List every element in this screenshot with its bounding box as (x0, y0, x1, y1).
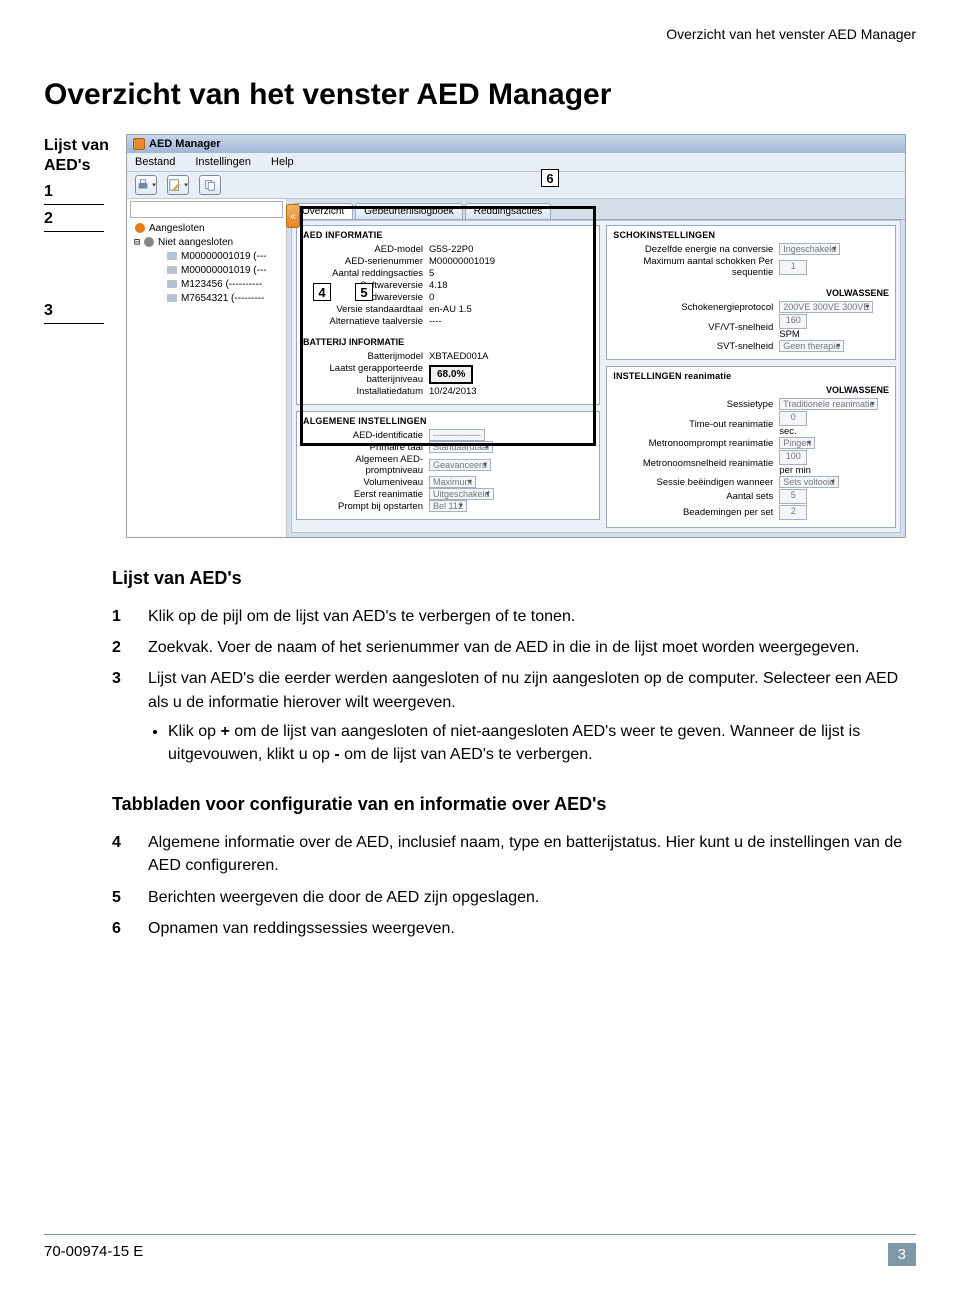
app-window: AED Manager Bestand Instellingen Help ▾ … (126, 134, 906, 538)
shock-adult-title: VOLWASSENE (613, 288, 889, 298)
startup-prompt-select[interactable]: Bel 112 (429, 500, 467, 512)
def-6-text: Opnamen van reddingssessies weergeven. (148, 913, 916, 944)
subhead-tabs: Tabbladen voor configuratie van en infor… (112, 794, 916, 815)
vfvt-rate-spin[interactable]: 160 (779, 314, 807, 329)
toolbar-edit-button[interactable]: ▾ (167, 175, 189, 195)
defs-list: 1 Klik op de pijl om de lijst van AED's … (112, 601, 916, 776)
metronome-prompt-select[interactable]: Pingen (779, 437, 815, 449)
def-4-text: Algemene informatie over de AED, inclusi… (148, 827, 916, 881)
subhead-list: Lijst van AED's (112, 568, 916, 589)
battery-level-box: 68.0% (429, 365, 473, 384)
annotation-5: 5 (355, 283, 373, 301)
cpr-adult-title: VOLWASSENE (613, 385, 889, 395)
panel-general-title: ALGEMENE INSTELLINGEN (303, 416, 593, 426)
panel-general: ALGEMENE INSTELLINGEN AED-identificatie-… (296, 411, 600, 520)
panel-aed-info-title: AED INFORMATIE (303, 230, 593, 240)
max-shocks-spin[interactable]: 1 (779, 260, 807, 275)
same-energy-select[interactable]: Ingeschakeld (779, 243, 840, 255)
tree-connected[interactable]: Aangesloten (130, 221, 283, 235)
annotation-6: 6 (541, 169, 559, 187)
figure-1-marker: 1 (44, 182, 104, 205)
tree-item-1[interactable]: M00000001019 (--- (130, 263, 283, 277)
figure-label-title: Lijst van AED's (44, 136, 126, 176)
sidebar-collapse-handle[interactable]: « (286, 204, 300, 228)
tab-reddingsacties[interactable]: Reddingsacties (465, 203, 551, 219)
svt-rate-select[interactable]: Geen therapie (779, 340, 844, 352)
tabbar: Overzicht Gebeurtenislogboek Reddingsact… (293, 203, 905, 220)
tab-body: AED INFORMATIE AED-modelG5S-22P0 AED-ser… (291, 220, 901, 533)
menu-help[interactable]: Help (271, 156, 294, 168)
tab-gebeurtenislogboek[interactable]: Gebeurtenislogboek (355, 203, 463, 219)
annotation-4: 4 (313, 283, 331, 301)
aed-id-input[interactable]: ---------------- (429, 429, 485, 441)
footer: 70-00974-15 E 3 (44, 1234, 916, 1266)
primary-language-select[interactable]: Standaardtaal (429, 441, 493, 453)
sidebar: Aangesloten ⊟ Niet aangesloten M00000001… (127, 199, 287, 537)
disconnected-icon (143, 236, 155, 248)
page-title: Overzicht van het venster AED Manager (44, 78, 916, 112)
footer-doc-id: 70-00974-15 E (44, 1243, 143, 1266)
tree-connected-label: Aangesloten (149, 223, 205, 234)
main: Overzicht Gebeurtenislogboek Reddingsact… (287, 199, 905, 537)
breaths-spin[interactable]: 2 (779, 505, 807, 520)
prompt-level-select[interactable]: Geavanceerd (429, 459, 491, 471)
sets-spin[interactable]: 5 (779, 489, 807, 504)
panel-shock: SCHOKINSTELLINGEN Dezelfde energie na co… (606, 225, 896, 360)
def-1-text: Klik op de pijl om de lijst van AED's te… (148, 601, 916, 632)
menu-instellingen[interactable]: Instellingen (195, 156, 251, 168)
metronome-rate-spin[interactable]: 100 (779, 450, 807, 465)
toolbar: ▾ ▾ (127, 172, 905, 199)
first-resus-select[interactable]: Uitgeschakeld (429, 488, 494, 500)
defs-tabs: 4 Algemene informatie over de AED, inclu… (112, 827, 916, 944)
def-1-num: 1 (112, 601, 148, 632)
def-2-num: 2 (112, 632, 148, 663)
shock-protocol-select[interactable]: 200VE 300VE 300VE (779, 301, 873, 313)
toolbar-print-button[interactable]: ▾ (135, 175, 157, 195)
device-icon (166, 264, 178, 276)
figure-left-labels: Lijst van AED's 1 2 3 (44, 134, 126, 327)
figure-2-marker: 2 (44, 209, 104, 232)
tree-item-3[interactable]: M7654321 (--------- (130, 291, 283, 305)
panel-batt-title: BATTERIJ INFORMATIE (303, 337, 593, 347)
device-icon (166, 292, 178, 304)
tree-item-2[interactable]: M123456 (---------- (130, 277, 283, 291)
figure-3-marker: 3 (44, 301, 104, 324)
def-3-bullet: Klik op + om de lijst van aangesloten of… (168, 720, 916, 766)
device-icon (166, 278, 178, 290)
def-5-num: 5 (112, 882, 148, 913)
connected-icon (134, 222, 146, 234)
search-input[interactable] (130, 201, 283, 218)
tab-overzicht[interactable]: Overzicht (293, 203, 353, 219)
def-2-text: Zoekvak. Voer de naam of het serienummer… (148, 632, 916, 663)
def-5-text: Berichten weergeven die door de AED zijn… (148, 882, 916, 913)
running-head: Overzicht van het venster AED Manager (44, 26, 916, 42)
panel-aed-info: AED INFORMATIE AED-modelG5S-22P0 AED-ser… (296, 225, 600, 405)
tree-not-connected-label: Niet aangesloten (158, 237, 233, 248)
end-session-select[interactable]: Sets voltooid (779, 476, 839, 488)
toolbar-copy-button[interactable] (199, 175, 221, 195)
tree-expand-icon[interactable]: ⊟ (134, 237, 140, 248)
app-title: AED Manager (149, 138, 221, 150)
panel-cpr-title: INSTELLINGEN reanimatie (613, 371, 889, 381)
volume-select[interactable]: Maximum (429, 476, 476, 488)
def-3-num: 3 (112, 663, 148, 776)
def-4-num: 4 (112, 827, 148, 881)
titlebar: AED Manager (127, 135, 905, 153)
session-type-select[interactable]: Traditionele reanimatie (779, 398, 878, 410)
panel-cpr: INSTELLINGEN reanimatie VOLWASSENE Sessi… (606, 366, 896, 528)
menu-bestand[interactable]: Bestand (135, 156, 175, 168)
content-body: Lijst van AED's 1 Klik op de pijl om de … (112, 568, 916, 944)
app-icon (133, 138, 145, 150)
footer-page-number: 3 (888, 1243, 916, 1266)
figure: Lijst van AED's 1 2 3 AED Manager Bestan… (44, 134, 916, 538)
device-icon (166, 250, 178, 262)
def-6-num: 6 (112, 913, 148, 944)
panel-shock-title: SCHOKINSTELLINGEN (613, 230, 889, 240)
timeout-spin[interactable]: 0 (779, 411, 807, 426)
tree-item-0[interactable]: M00000001019 (--- (130, 249, 283, 263)
def-3-text: Lijst van AED's die eerder werden aanges… (148, 663, 916, 776)
menubar: Bestand Instellingen Help (127, 153, 905, 172)
tree-not-connected[interactable]: ⊟ Niet aangesloten (130, 235, 283, 249)
